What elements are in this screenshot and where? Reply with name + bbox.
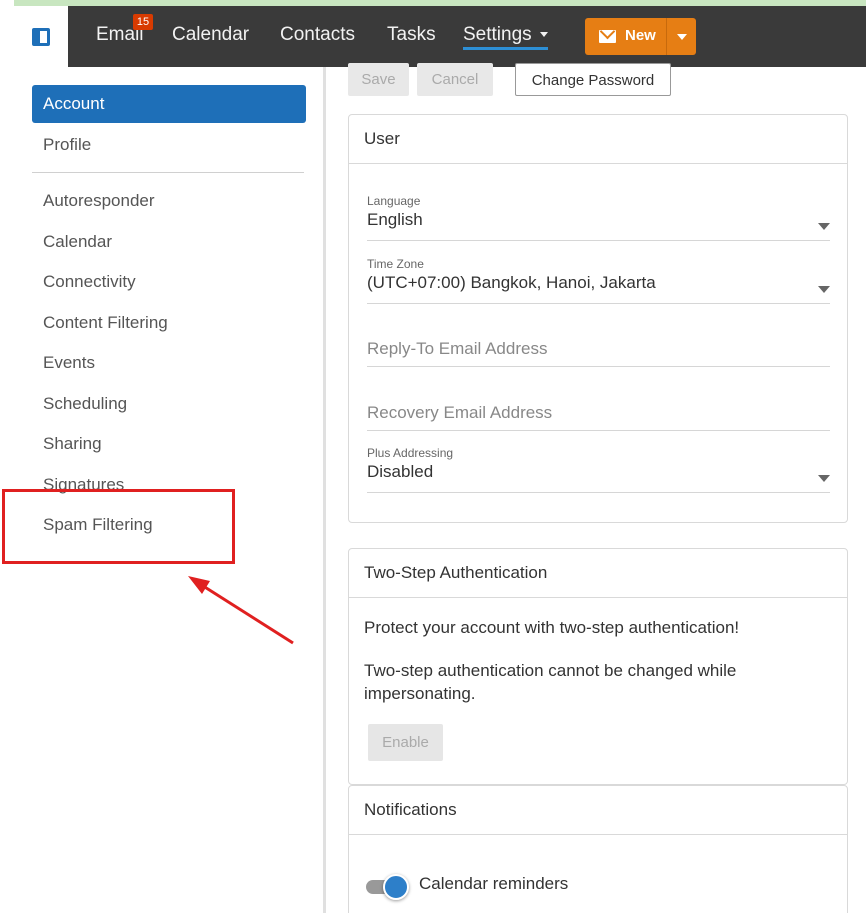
nav-settings-label: Settings xyxy=(463,24,532,45)
chevron-down-icon xyxy=(818,286,830,293)
save-button[interactable]: Save xyxy=(348,63,409,96)
top-navigation-bar: Email 15 Calendar Contacts Tasks Setting… xyxy=(14,6,866,67)
panel-toggle-button[interactable] xyxy=(14,6,68,67)
notifications-card: Notifications Calendar reminders xyxy=(348,785,848,913)
two-step-intro-text: Protect your account with two-step authe… xyxy=(364,618,740,637)
nav-contacts[interactable]: Contacts xyxy=(280,24,355,46)
sidebar-item-scheduling[interactable]: Scheduling xyxy=(32,385,306,423)
sidebar-divider xyxy=(32,172,304,173)
plus-addressing-value: Disabled xyxy=(367,462,434,481)
timezone-value: (UTC+07:00) Bangkok, Hanoi, Jakarta xyxy=(367,273,656,292)
language-label: Language xyxy=(367,194,421,208)
settings-main-pane: Save Cancel Change Password User Languag… xyxy=(326,63,866,913)
timezone-label: Time Zone xyxy=(367,257,424,271)
change-password-button[interactable]: Change Password xyxy=(515,63,671,96)
recovery-placeholder: Recovery Email Address xyxy=(367,403,553,422)
new-button[interactable]: New xyxy=(585,18,666,55)
plus-addressing-select[interactable]: Plus Addressing Disabled xyxy=(367,446,830,493)
language-value: English xyxy=(367,210,423,229)
language-select[interactable]: Language English xyxy=(367,194,830,241)
notifications-title: Notifications xyxy=(349,786,847,835)
sidebar-item-calendar[interactable]: Calendar xyxy=(32,223,306,261)
sidebar-item-account[interactable]: Account xyxy=(32,85,306,123)
calendar-reminders-toggle[interactable] xyxy=(366,874,409,900)
sidebar-panel-icon xyxy=(32,28,50,46)
chevron-down-icon xyxy=(818,223,830,230)
two-step-auth-title: Two-Step Authentication xyxy=(349,549,847,598)
reply-to-placeholder: Reply-To Email Address xyxy=(367,339,548,358)
new-button-group: New xyxy=(585,18,696,55)
annotation-highlight-box xyxy=(2,489,235,564)
sidebar-item-content-filtering[interactable]: Content Filtering xyxy=(32,304,306,342)
calendar-reminders-label: Calendar reminders xyxy=(419,874,569,893)
sidebar-item-autoresponder[interactable]: Autoresponder xyxy=(32,182,306,220)
envelope-icon xyxy=(599,30,616,43)
new-button-label: New xyxy=(625,27,656,44)
annotation-arrow-icon xyxy=(188,576,294,645)
chevron-down-icon xyxy=(539,32,548,38)
nav-calendar[interactable]: Calendar xyxy=(172,24,249,46)
plus-addressing-label: Plus Addressing xyxy=(367,446,454,460)
sidebar-item-events[interactable]: Events xyxy=(32,344,306,382)
new-dropdown-button[interactable] xyxy=(667,18,696,55)
cancel-button[interactable]: Cancel xyxy=(417,63,493,96)
two-step-warning-line2: impersonating. xyxy=(364,684,476,703)
two-step-auth-card: Two-Step Authentication Protect your acc… xyxy=(348,548,848,785)
toggle-knob xyxy=(383,874,409,900)
nav-tasks[interactable]: Tasks xyxy=(387,24,436,46)
timezone-select[interactable]: Time Zone (UTC+07:00) Bangkok, Hanoi, Ja… xyxy=(367,257,830,304)
nav-settings[interactable]: Settings xyxy=(463,24,548,50)
sidebar-item-profile[interactable]: Profile xyxy=(32,126,306,164)
user-card-title: User xyxy=(349,115,847,164)
chevron-down-icon xyxy=(818,475,830,482)
reply-to-email-input[interactable]: Reply-To Email Address xyxy=(367,339,830,367)
email-unread-badge: 15 xyxy=(133,14,153,30)
recovery-email-input[interactable]: Recovery Email Address xyxy=(367,403,830,431)
sidebar-item-sharing[interactable]: Sharing xyxy=(32,425,306,463)
two-step-warning-line1: Two-step authentication cannot be change… xyxy=(364,661,737,680)
enable-button[interactable]: Enable xyxy=(368,724,443,761)
user-card: User Language English Time Zone (UTC+07:… xyxy=(348,114,848,523)
sidebar-item-connectivity[interactable]: Connectivity xyxy=(32,263,306,301)
